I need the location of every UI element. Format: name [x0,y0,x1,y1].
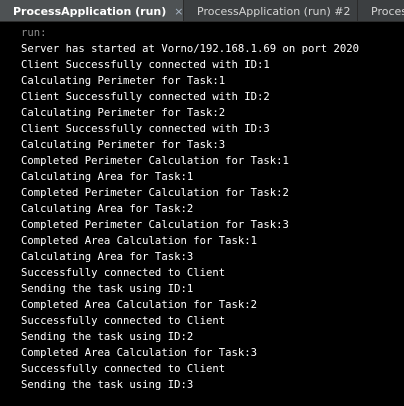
console-line: Sending the task using ID:1 [21,283,194,295]
console-line: Completed Perimeter Calculation for Task… [21,155,289,167]
console-line: Completed Area Calculation for Task:1 [21,235,257,247]
console-line: Calculating Area for Task:3 [21,251,194,263]
console-line: Calculating Area for Task:2 [21,203,194,215]
console-line: Completed Perimeter Calculation for Task… [21,219,289,231]
tab-label: ProcessApplication (run) #2 [197,4,351,18]
console-line: Successfully connected to Client [21,315,226,327]
tab-label: ProcessA [371,4,404,18]
console-line: Completed Area Calculation for Task:3 [21,347,257,359]
console-line: Calculating Perimeter for Task:2 [21,107,226,119]
console-line: Successfully connected to Client [21,363,226,375]
console-line: Completed Perimeter Calculation for Task… [21,187,289,199]
console-line: Client Successfully connected with ID:1 [21,59,270,71]
tab-process-application-run-2[interactable]: ProcessApplication (run) #2 × [183,0,357,21]
tab-process-application-run[interactable]: ProcessApplication (run) × [0,0,183,21]
tab-process-application-3[interactable]: ProcessA [357,0,404,21]
console-line: Calculating Perimeter for Task:1 [21,75,226,87]
close-icon[interactable]: × [174,5,183,18]
console-line: Client Successfully connected with ID:2 [21,91,270,103]
console-line: Server has started at Vorno/192.168.1.69… [21,43,360,55]
console-line: Successfully connected to Client [21,267,226,279]
console-line: Completed Area Calculation for Task:2 [21,299,257,311]
tab-label: ProcessApplication (run) [13,4,167,18]
console-line: Calculating Perimeter for Task:3 [21,139,226,151]
console-output[interactable]: run: Server has started at Vorno/192.168… [0,23,404,406]
run-tab-bar: ProcessApplication (run) × ProcessApplic… [0,0,404,22]
console-line: Calculating Area for Task:1 [21,171,194,183]
console-line: Sending the task using ID:2 [21,331,194,343]
console-line: Sending the task using ID:3 [21,379,194,391]
console-line: Client Successfully connected with ID:3 [21,123,270,135]
console-line: run: [21,27,47,39]
